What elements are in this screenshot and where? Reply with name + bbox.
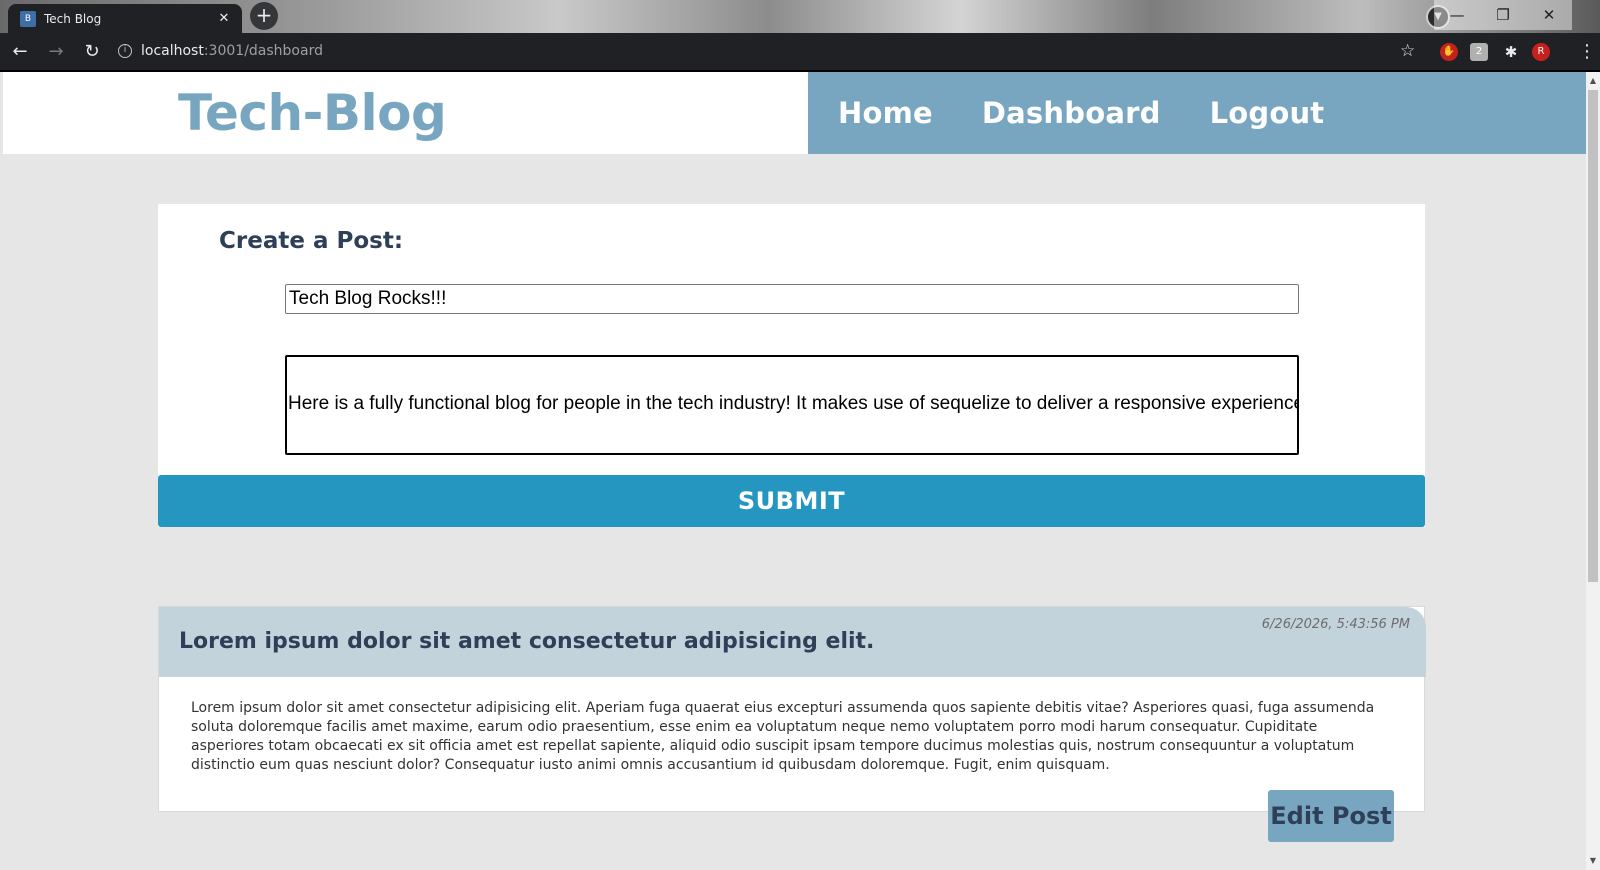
create-post-card: Create a Post: Here is a fully functiona… <box>158 204 1425 527</box>
forward-arrow-icon[interactable]: → <box>40 41 72 62</box>
close-tab-icon[interactable]: ✕ <box>216 11 232 26</box>
address-bar[interactable]: i localhost:3001/dashboard <box>110 37 1420 65</box>
extension-badge-icon[interactable]: 2 <box>1470 43 1488 61</box>
window-close-icon[interactable]: ✕ <box>1526 0 1572 30</box>
url-host: localhost <box>141 43 204 59</box>
nav-dashboard-link[interactable]: Dashboard <box>982 96 1161 130</box>
info-icon[interactable]: i <box>118 44 132 58</box>
profile-avatar[interactable]: R <box>1532 43 1550 61</box>
scroll-down-icon[interactable]: ▼ <box>1586 854 1600 868</box>
bookmark-star-icon[interactable]: ☆ <box>1400 41 1415 61</box>
puzzle-extensions-icon[interactable]: ✱ <box>1502 43 1520 61</box>
restore-icon[interactable]: ❐ <box>1480 0 1526 30</box>
create-post-heading: Create a Post: <box>219 228 404 254</box>
tab-strip: B Tech Blog ✕ + ▼ — ❐ ✕ <box>0 0 1600 33</box>
site-title[interactable]: Tech-Blog <box>178 84 447 142</box>
browser-toolbar: ← → ↻ i localhost:3001/dashboard ☆ ✋ 2 ✱… <box>0 33 1600 70</box>
scroll-thumb[interactable] <box>1588 90 1598 582</box>
post-header: Lorem ipsum dolor sit amet consectetur a… <box>159 607 1426 677</box>
extension-adblock-icon[interactable]: ✋ <box>1440 43 1458 61</box>
post-title[interactable]: Lorem ipsum dolor sit amet consectetur a… <box>179 629 874 654</box>
new-tab-button[interactable]: + <box>250 2 278 30</box>
minimize-icon[interactable]: — <box>1434 0 1480 30</box>
post-title-input[interactable] <box>285 284 1299 314</box>
url-path: :3001/dashboard <box>203 43 323 59</box>
post-body-textarea[interactable]: Here is a fully functional blog for peop… <box>285 355 1299 455</box>
extension-badge-count: 2 <box>1475 46 1483 57</box>
browser-tab[interactable]: B Tech Blog ✕ <box>8 4 242 33</box>
submit-button[interactable]: SUBMIT <box>158 475 1425 527</box>
post-body: Lorem ipsum dolor sit amet consectetur a… <box>191 700 1375 773</box>
reload-icon[interactable]: ↻ <box>76 41 108 62</box>
favicon-icon: B <box>20 10 36 27</box>
site-nav: Home Dashboard Logout <box>808 72 1586 154</box>
edit-post-button[interactable]: Edit Post <box>1268 790 1394 842</box>
post-date: 6/26/2026, 5:43:56 PM <box>1261 617 1410 632</box>
back-arrow-icon[interactable]: ← <box>4 41 36 62</box>
scroll-up-icon[interactable]: ▲ <box>1586 74 1600 88</box>
post-card: Lorem ipsum dolor sit amet consectetur a… <box>158 606 1426 812</box>
page-scrollbar[interactable]: ▲ ▼ <box>1586 72 1600 870</box>
browser-menu-icon[interactable]: ⋮ <box>1578 41 1596 62</box>
nav-home-link[interactable]: Home <box>838 96 933 130</box>
tab-title: Tech Blog <box>44 11 102 26</box>
nav-logout-link[interactable]: Logout <box>1210 96 1325 130</box>
